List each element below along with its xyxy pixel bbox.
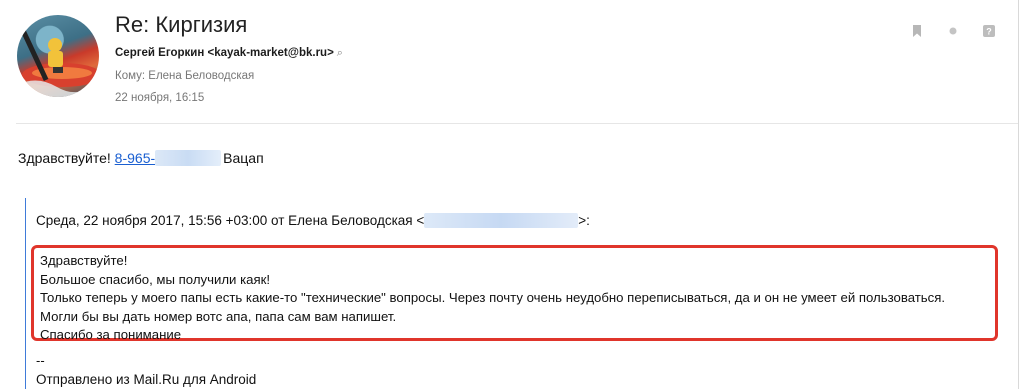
quote-header: Среда, 22 ноября 2017, 15:56 +03:00 от Е… bbox=[36, 213, 590, 228]
header-divider bbox=[16, 123, 1018, 124]
kayaker-photo bbox=[17, 24, 99, 97]
redacted-phone bbox=[155, 150, 222, 166]
quote-line: Здравствуйте! bbox=[40, 253, 128, 268]
redacted-email bbox=[424, 213, 579, 228]
message-date: 22 ноября, 16:15 bbox=[115, 92, 205, 104]
help-icon[interactable]: ? bbox=[982, 24, 996, 38]
quote-header-text: Среда, 22 ноября 2017, 15:56 +03:00 от Е… bbox=[36, 213, 425, 228]
quote-line: Большое спасибо, мы получили каяк! bbox=[40, 271, 271, 287]
bookmark-icon[interactable] bbox=[910, 24, 924, 38]
quote-line: Спасибо за понимание bbox=[40, 327, 182, 342]
quote-line: Только теперь у моего папы есть какие-то… bbox=[40, 290, 946, 305]
signature-text: Отправлено из Mail.Ru для Android bbox=[36, 372, 257, 387]
phone-link[interactable]: 8-965- bbox=[115, 150, 222, 166]
quote-line: Могли бы вы дать номер вотс апа, папа са… bbox=[40, 308, 397, 324]
message-subject: Re: Киргизия bbox=[115, 12, 248, 37]
reply-suffix: Вацап bbox=[223, 150, 264, 166]
quote-header-end: >: bbox=[578, 213, 590, 228]
reply-body: Здравствуйте! 8-965- Вацап bbox=[18, 150, 264, 166]
svg-text:?: ? bbox=[986, 27, 992, 37]
highlighted-quote-body: Здравствуйте! Большое спасибо, мы получи… bbox=[31, 245, 998, 342]
sender-address[interactable]: Сергей Егоркин <kayak-market@bk.ru> bbox=[115, 47, 334, 59]
recipient-name[interactable]: Елена Беловодская bbox=[148, 70, 254, 82]
recipient-line: Кому: Елена Беловодская bbox=[115, 70, 254, 82]
to-label: Кому: bbox=[115, 70, 146, 82]
signature-separator: -- bbox=[36, 353, 45, 368]
message-toolbar: ? bbox=[910, 24, 996, 38]
sender-avatar[interactable] bbox=[17, 15, 99, 97]
message-pane: Re: Киргизия Сергей Егоркин <kayak-marke… bbox=[0, 0, 1019, 389]
quote-bar bbox=[25, 198, 26, 389]
reply-greeting: Здравствуйте! bbox=[18, 150, 111, 166]
search-icon[interactable]: ⌕ bbox=[337, 47, 343, 59]
unread-dot-icon[interactable] bbox=[946, 24, 960, 38]
sender-line[interactable]: Сергей Егоркин <kayak-market@bk.ru> ⌕ bbox=[115, 47, 343, 60]
